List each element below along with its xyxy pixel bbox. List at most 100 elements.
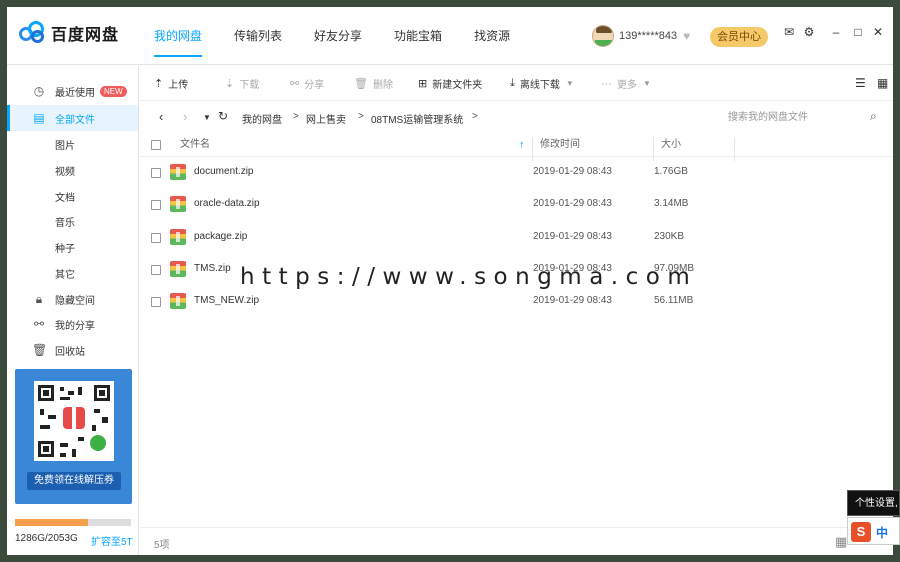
- column-header-name[interactable]: 文件名: [180, 133, 210, 157]
- search-box: ⌕: [723, 106, 893, 128]
- share-icon: ⚯: [33, 317, 45, 331]
- sidebar-item-torrents[interactable]: 种子: [7, 234, 138, 260]
- file-name[interactable]: package.zip: [194, 231, 247, 242]
- sidebar-item-other[interactable]: 其它: [7, 260, 138, 286]
- row-checkbox[interactable]: [151, 168, 161, 178]
- file-name[interactable]: TMS.zip: [194, 263, 231, 274]
- file-modified: 2019-01-29 08:43: [533, 231, 612, 242]
- column-header-size[interactable]: 大小: [661, 133, 681, 157]
- file-size: 56.11MB: [654, 295, 694, 306]
- promo-banner[interactable]: 免费领在线解压券: [15, 369, 132, 504]
- breadcrumb-item[interactable]: 我的网盘: [242, 111, 282, 126]
- sidebar: ◷ 最近使用 NEW ▤ 全部文件 图片 视频 文档 音乐 种子 其它 🔒︎ 隐…: [7, 66, 139, 555]
- sort-arrow-up-icon[interactable]: ↑: [519, 133, 525, 157]
- sidebar-item-label: 文档: [55, 192, 75, 204]
- forward-icon[interactable]: ›: [183, 109, 187, 124]
- quota-progress-fill: [15, 519, 88, 526]
- more-icon: ···: [601, 77, 612, 90]
- tab-friend-share[interactable]: 好友分享: [314, 7, 362, 65]
- sidebar-item-recycle-bin[interactable]: 🗑︎ 回收站: [7, 337, 138, 363]
- zip-file-icon: [170, 164, 186, 180]
- free-unzip-coupon-button[interactable]: 免费领在线解压券: [27, 472, 121, 490]
- search-input[interactable]: [723, 106, 893, 128]
- row-checkbox[interactable]: [151, 265, 161, 275]
- maximize-icon[interactable]: □: [850, 25, 866, 39]
- tab-find-resources[interactable]: 找资源: [474, 7, 510, 65]
- vip-center-button[interactable]: 会员中心: [710, 27, 768, 47]
- zip-file-icon: [170, 229, 186, 245]
- select-all-checkbox[interactable]: [151, 140, 161, 150]
- offline-download-button[interactable]: ⤓ 离线下载 ▼: [510, 76, 574, 91]
- new-folder-button[interactable]: ⊞ 新建文件夹: [418, 76, 482, 91]
- file-modified: 2019-01-29 08:43: [533, 198, 612, 209]
- badge-icon: [90, 435, 106, 451]
- delete-button[interactable]: 🗑︎ 删除: [354, 76, 393, 91]
- offline-download-icon: ⤓: [510, 77, 515, 89]
- row-checkbox[interactable]: [151, 233, 161, 243]
- file-name[interactable]: document.zip: [194, 166, 253, 177]
- sidebar-item-music[interactable]: 音乐: [7, 208, 138, 234]
- file-name[interactable]: oracle-data.zip: [194, 198, 260, 209]
- trash-icon: 🗑︎: [32, 343, 48, 357]
- tab-my-netdisk[interactable]: 我的网盘: [154, 7, 203, 65]
- minimize-icon[interactable]: –: [828, 25, 844, 39]
- breadcrumb-item[interactable]: 网上售卖: [306, 111, 346, 126]
- tab-transfer-list[interactable]: 传输列表: [234, 7, 282, 65]
- avatar[interactable]: [592, 25, 614, 47]
- gear-icon[interactable]: ⚙: [801, 25, 817, 39]
- breadcrumb-separator: >: [472, 111, 478, 122]
- sidebar-item-documents[interactable]: 文档: [7, 183, 138, 209]
- sort-icon[interactable]: ☰: [855, 76, 866, 90]
- sidebar-item-recent[interactable]: ◷ 最近使用 NEW: [7, 78, 138, 104]
- tab-toolbox[interactable]: 功能宝箱: [394, 7, 442, 65]
- table-row[interactable]: TMS_NEW.zip 2019-01-29 08:43 56.11MB: [140, 286, 893, 318]
- file-name[interactable]: TMS_NEW.zip: [194, 295, 259, 306]
- sidebar-item-label: 我的分享: [55, 320, 95, 332]
- grid-view-icon[interactable]: ▦: [877, 76, 888, 90]
- more-button[interactable]: ··· 更多 ▼: [601, 76, 651, 92]
- sidebar-item-label: 最近使用: [55, 87, 95, 99]
- sidebar-item-label: 其它: [55, 269, 75, 281]
- sidebar-item-videos[interactable]: 视频: [7, 157, 138, 183]
- column-header-modified[interactable]: 修改时间: [540, 133, 580, 157]
- user-info[interactable]: 139*****843 ♥: [592, 25, 690, 47]
- back-icon[interactable]: ‹: [159, 109, 163, 124]
- row-checkbox[interactable]: [151, 200, 161, 210]
- grid-view-icon[interactable]: ▦: [835, 534, 847, 550]
- search-icon[interactable]: ⌕: [870, 109, 877, 124]
- refresh-icon[interactable]: ↻: [218, 109, 228, 123]
- expand-storage-link[interactable]: 扩容至5T: [91, 533, 133, 548]
- table-row[interactable]: oracle-data.zip 2019-01-29 08:43 3.14MB: [140, 189, 893, 221]
- sidebar-item-label: 全部文件: [55, 114, 95, 126]
- ime-toolbar[interactable]: S 中: [847, 517, 900, 545]
- chevron-down-icon: ▼: [565, 79, 574, 88]
- share-button[interactable]: ⚯ 分享: [290, 76, 324, 91]
- sidebar-item-my-shares[interactable]: ⚯ 我的分享: [7, 311, 138, 337]
- sidebar-item-label: 音乐: [55, 217, 75, 229]
- download-button[interactable]: ⇣ 下载: [225, 76, 259, 91]
- sidebar-item-images[interactable]: 图片: [7, 131, 138, 157]
- row-checkbox[interactable]: [151, 297, 161, 307]
- upload-button[interactable]: ⇡ 上传: [154, 76, 188, 91]
- sidebar-item-all-files[interactable]: ▤ 全部文件: [7, 105, 138, 131]
- zip-file-icon: [170, 261, 186, 277]
- table-row[interactable]: package.zip 2019-01-29 08:43 230KB: [140, 222, 893, 254]
- quota-progress: [15, 519, 131, 526]
- close-icon[interactable]: ✕: [870, 25, 886, 39]
- username[interactable]: 139*****843: [619, 30, 677, 42]
- new-badge: NEW: [100, 85, 127, 97]
- breadcrumb-separator: >: [358, 111, 364, 122]
- sidebar-item-label: 视频: [55, 166, 75, 178]
- mail-icon[interactable]: ✉: [781, 25, 797, 39]
- sogou-logo-icon[interactable]: S: [851, 522, 871, 542]
- breadcrumb-item[interactable]: 08TMS运输管理系统: [371, 111, 463, 126]
- sidebar-item-label: 图片: [55, 140, 75, 152]
- zip-file-icon: [170, 293, 186, 309]
- zip-file-icon: [170, 196, 186, 212]
- history-dropdown-icon[interactable]: ▼: [203, 113, 211, 122]
- file-icon: ▤: [33, 111, 45, 125]
- sidebar-item-hidden-space[interactable]: 🔒︎ 隐藏空间: [7, 286, 138, 312]
- table-row[interactable]: document.zip 2019-01-29 08:43 1.76GB: [140, 157, 893, 189]
- ime-mode[interactable]: 中: [876, 524, 888, 541]
- share-icon: ⚯: [290, 78, 300, 90]
